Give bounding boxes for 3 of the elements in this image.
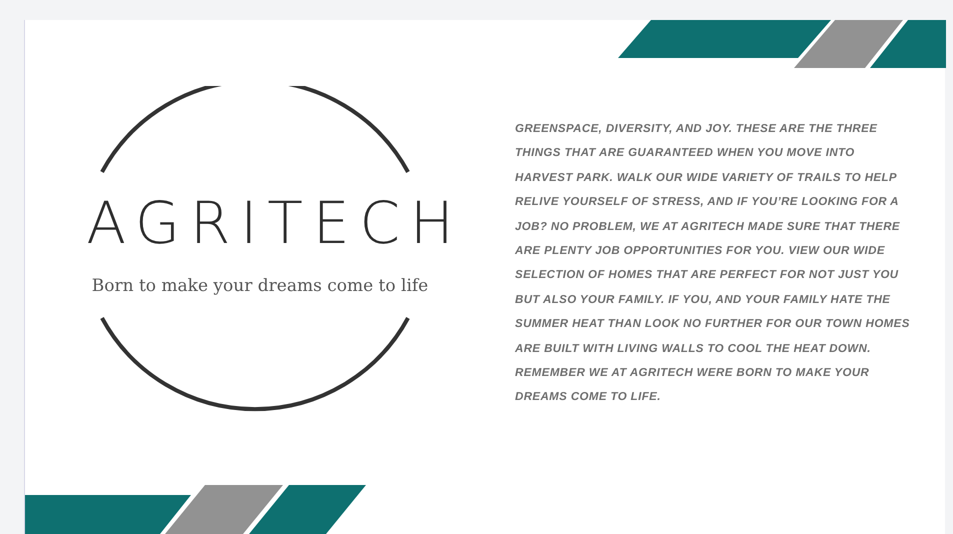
logo-tagline: Born to make your dreams come to life — [92, 275, 428, 298]
body-paragraph: GREENSPACE, DIVERSITY, AND JOY. THESE ARE THE THREE THINGS THAT ARE GUARANTEED WHEN YOU MOVE INTO HARVEST PARK. WALK OUR WIDE VARIETY OF TRAILS TO HELP RELIVE YOURSELF OF STRESS, AND IF YOU’RE LOOKING FOR A JOB? NO PROBLEM, WE AT AGRITECH MADE SURE THAT THERE ARE PLENTY JOB OPPORTUNITIES FOR YOU. VIEW OUR WIDE SELECTION OF HOMES THAT ARE PERFECT FOR NOT JUST YOU BUT ALSO YOUR FAMILY. IF YOU, AND YOUR FAMILY HATE THE SUMMER HEAT THAN LOOK NO FURTHER FOR OUR TOWN HOMES ARE BUILT WITH LIVING WALLS TO COOL THE HEAT DOWN. REMEMBER WE AT AGRITECH WERE BORN TO MAKE YOUR DREAMS COME TO LIFE. — [515, 122, 911, 406]
logo-wordmark: AGRITECH — [86, 194, 464, 252]
